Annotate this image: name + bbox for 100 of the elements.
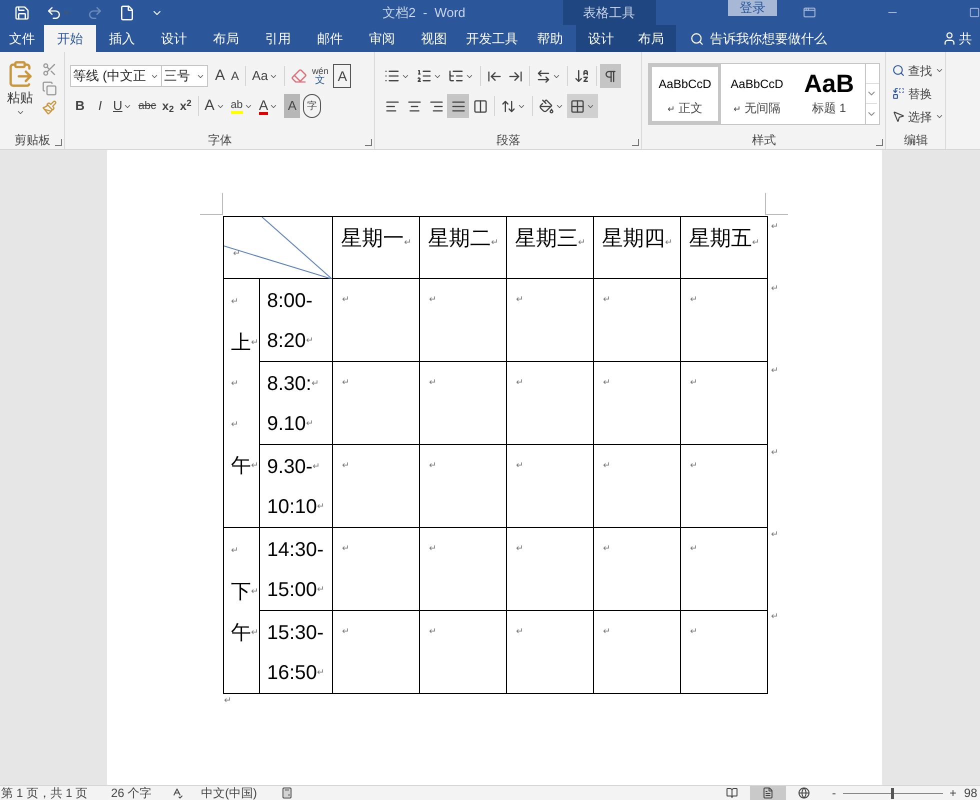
table-cell: 8.30:↵ 9.10↵ xyxy=(260,362,332,444)
group-label: 编辑 xyxy=(904,132,928,149)
dialog-launcher-icon[interactable] xyxy=(632,139,639,146)
table-cell: ↵ xyxy=(420,528,506,610)
borders-button[interactable] xyxy=(567,94,598,118)
text-effects-button[interactable]: A xyxy=(202,94,228,118)
alignment-icon xyxy=(406,98,422,114)
tell-me-field[interactable]: 告诉我你想要做什么 xyxy=(710,28,910,48)
find-button[interactable]: 查找 xyxy=(892,60,945,81)
table-cell: ↵ xyxy=(506,444,594,528)
dialog-launcher-icon[interactable] xyxy=(365,139,372,146)
table-cell: ↵ xyxy=(332,278,420,362)
dialog-launcher-icon[interactable] xyxy=(55,139,62,146)
ribbon-tab[interactable]: 插入 xyxy=(96,25,148,52)
table-cell: ↵ xyxy=(594,278,680,362)
ribbon-tab[interactable]: 邮件 xyxy=(304,25,356,52)
ribbon-tab[interactable]: 引用 xyxy=(252,25,304,52)
table-cell: ↵ xyxy=(680,444,768,528)
view-button[interactable] xyxy=(750,786,786,800)
table-cell: 8:00- 8:20↵ xyxy=(260,278,332,362)
dialog-launcher-icon[interactable] xyxy=(876,139,883,146)
alignment-button[interactable] xyxy=(447,94,469,118)
replace-button[interactable]: 替换 xyxy=(892,83,945,104)
ribbon-tab[interactable]: 审阅 xyxy=(356,25,408,52)
ribbon-tab[interactable]: 设计 xyxy=(576,25,626,52)
character-shading-button[interactable]: A xyxy=(284,94,300,118)
zoom-thumb[interactable] xyxy=(890,788,894,798)
strikethrough-button[interactable]: abc xyxy=(135,94,160,118)
table-cell: ↵ xyxy=(594,528,680,610)
clear-formatting-icon[interactable] xyxy=(290,68,307,84)
superscript-button[interactable]: x$^{2}$ xyxy=(176,94,195,118)
bold-button[interactable]: B xyxy=(70,94,90,118)
highlight-button[interactable]: ab xyxy=(228,94,256,118)
save-icon[interactable] xyxy=(14,4,30,20)
zoom-level[interactable]: 98 xyxy=(960,784,980,800)
zoom-out-button[interactable]: - xyxy=(828,784,840,800)
table-cell: ↵ xyxy=(506,610,594,694)
ribbon-tab[interactable]: 布局 xyxy=(626,25,676,52)
sign-in-button[interactable]: 登录 xyxy=(728,0,777,16)
enclose-characters-button[interactable]: 字 xyxy=(303,94,322,118)
row-end-mark: ↵ xyxy=(771,364,779,377)
table-cell: ↵ xyxy=(224,216,332,278)
cursor-icon xyxy=(892,110,905,123)
group-label: 字体 xyxy=(208,132,232,149)
row-end-mark: ↵ xyxy=(771,528,779,541)
alignment-icon xyxy=(384,98,400,114)
multilevel-list-icon xyxy=(448,68,464,84)
font-size-dropdown[interactable]: 三号 xyxy=(162,65,208,87)
row-end-mark: ↵ xyxy=(771,610,779,623)
ribbon-tab[interactable]: 视图 xyxy=(408,25,460,52)
table-cell: ↵ xyxy=(594,362,680,444)
ribbon-tab[interactable]: 开发工具 xyxy=(460,25,524,52)
table-cell: ↵ xyxy=(680,278,768,362)
view-icon xyxy=(798,787,810,799)
group-label: 剪贴板 xyxy=(14,132,50,149)
table-cell: 14:30- 15:00↵ xyxy=(260,528,332,610)
share-icon[interactable] xyxy=(942,31,957,46)
cut-icon[interactable] xyxy=(42,62,57,77)
table-cell: ↵ xyxy=(332,528,420,610)
shrink-font-button[interactable]: A xyxy=(228,64,242,88)
change-case-button[interactable]: Aa xyxy=(249,64,281,88)
zoom-in-button[interactable]: + xyxy=(946,784,960,800)
maximize-icon[interactable] xyxy=(969,7,980,18)
alignment-icon xyxy=(428,98,444,114)
table-cell: ↵ xyxy=(594,610,680,694)
ribbon-options-icon[interactable] xyxy=(803,6,816,19)
font-name-dropdown[interactable]: 等线 (中文正 xyxy=(70,65,162,87)
new-document-icon[interactable] xyxy=(119,4,135,20)
table-cell: ↵ xyxy=(332,610,420,694)
ribbon-tab[interactable]: 帮助 xyxy=(524,25,576,52)
macro-icon[interactable] xyxy=(281,787,293,799)
bullet-list-icon xyxy=(384,68,400,84)
ribbon-tab[interactable]: 设计 xyxy=(148,25,200,52)
phonetic-guide-button[interactable]: wén 文 xyxy=(312,67,328,85)
character-border-button[interactable]: A xyxy=(333,64,352,88)
italic-button[interactable]: I xyxy=(90,94,110,118)
ribbon-tab[interactable]: 布局 xyxy=(200,25,252,52)
word-count[interactable]: 26 个字 xyxy=(111,784,171,800)
language-label[interactable]: 中文(中国) xyxy=(201,784,281,800)
page-count[interactable]: 第 1 页，共 1 页 xyxy=(0,784,111,800)
style-item[interactable]: AaBbCcD ↵ 正文 xyxy=(649,64,721,124)
subscript-button[interactable]: x$_{2}$ xyxy=(159,94,177,118)
share-label[interactable]: 共 xyxy=(959,28,972,48)
undo-icon[interactable] xyxy=(46,4,62,20)
select-button[interactable]: 选择 xyxy=(892,106,945,127)
show-marks-button[interactable] xyxy=(600,64,621,88)
paste-button[interactable]: 粘贴 xyxy=(4,60,36,131)
table-cell: ↵ xyxy=(680,528,768,610)
grow-font-button[interactable]: A xyxy=(212,64,228,88)
font-color-button[interactable]: A xyxy=(256,94,282,118)
ribbon-tab[interactable]: 文件 xyxy=(0,25,44,52)
ribbon-tab[interactable]: 开始 xyxy=(44,25,96,52)
table-cell: ↵ 下↵ 午↵ xyxy=(224,528,260,694)
paint-bucket-icon xyxy=(539,98,554,114)
copy-icon[interactable] xyxy=(42,81,57,96)
proofing-icon[interactable] xyxy=(171,787,183,799)
row-end-mark: ↵ xyxy=(771,220,779,233)
underline-button[interactable]: U xyxy=(110,94,136,118)
table-cell: 9.30-↵ 10:10↵ xyxy=(260,444,332,528)
zoom-slider[interactable] xyxy=(843,788,943,798)
